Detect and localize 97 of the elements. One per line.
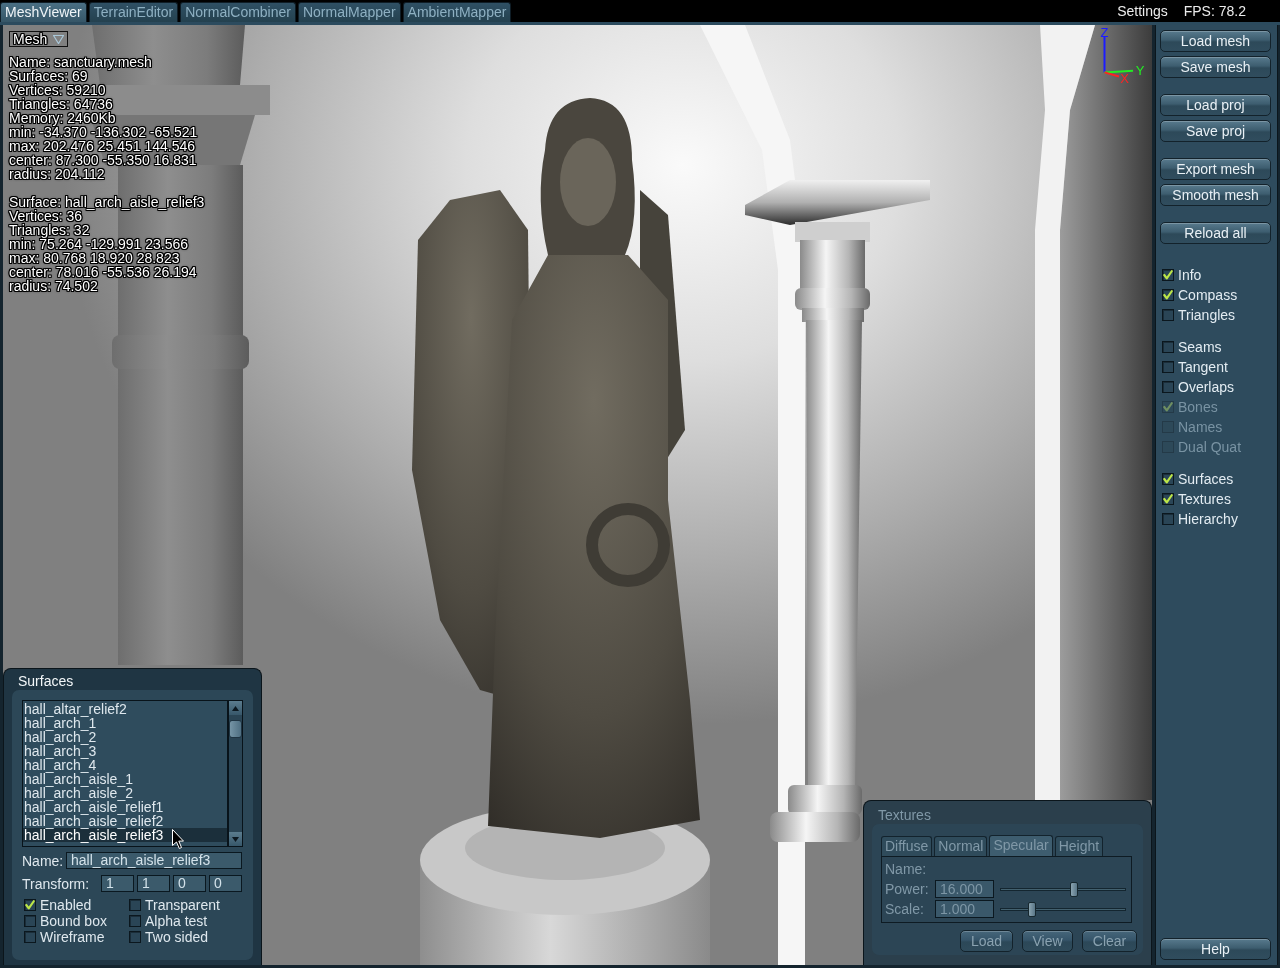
list-item[interactable]: hall_arch_aisle_1 xyxy=(23,772,227,786)
axis-label: Z xyxy=(1100,25,1109,40)
transform-field[interactable]: 1 xyxy=(101,875,134,892)
info-line: radius: 204.112 xyxy=(9,167,105,181)
checkbox-label[interactable]: Triangles xyxy=(1178,307,1236,323)
name-field[interactable]: hall_arch_aisle_relief3 xyxy=(66,852,242,869)
sidebar-button[interactable]: Reload all xyxy=(1160,222,1271,244)
transform-field[interactable]: 1 xyxy=(137,875,170,892)
field-label: Power: xyxy=(885,881,930,897)
checkbox-label[interactable]: Overlaps xyxy=(1178,379,1235,395)
list-item[interactable]: hall_arch_4 xyxy=(23,758,227,772)
help-button[interactable]: Help xyxy=(1160,938,1271,960)
info-line: Surfaces: 69 xyxy=(9,69,88,83)
checkbox[interactable] xyxy=(129,931,141,943)
checkbox[interactable] xyxy=(1162,513,1174,525)
checkbox[interactable] xyxy=(1162,361,1174,373)
checkbox-label[interactable]: Info xyxy=(1178,267,1202,283)
list-item[interactable]: hall_arch_aisle_relief2 xyxy=(23,814,227,828)
checkbox-label[interactable]: Surfaces xyxy=(1178,471,1234,487)
mesh-dropdown[interactable]: Mesh xyxy=(9,31,68,47)
list-item[interactable]: hall_arch_2 xyxy=(23,730,227,744)
axis-label: X xyxy=(1120,71,1129,86)
checkbox[interactable] xyxy=(1162,493,1174,505)
scrollbar-thumb[interactable] xyxy=(229,720,242,738)
checkbox-label[interactable]: Wireframe xyxy=(40,929,105,945)
axis-label: Y xyxy=(1135,63,1145,78)
sidebar-button[interactable]: Load proj xyxy=(1160,94,1271,116)
mouse-pointer-icon xyxy=(172,829,184,849)
checkbox-label[interactable]: Enabled xyxy=(40,897,92,913)
app-tab[interactable]: MeshViewer xyxy=(0,2,87,22)
info-line: max: 80.768 18.920 28.823 xyxy=(9,251,180,265)
app-tab[interactable]: NormalCombiner xyxy=(180,2,296,22)
checkbox[interactable] xyxy=(1162,269,1174,281)
field-label: Scale: xyxy=(885,901,925,917)
checkbox[interactable] xyxy=(24,931,36,943)
surface-list[interactable]: hall_altar_relief2 hall_arch_1 hall_arch_2 hall_arch_3 hall_arch_4 hall_arch_aisle_1 hall_arch_aisle_2 hall_arch_aisle_relief1 hall_arch_aisle_relief2 hall_arch_aisle_relief3 xyxy=(22,700,228,847)
checkbox-label[interactable]: Textures xyxy=(1178,491,1231,507)
sidebar-button[interactable]: Load mesh xyxy=(1160,30,1271,52)
checkbox[interactable] xyxy=(24,915,36,927)
checkbox-label[interactable]: Hierarchy xyxy=(1178,511,1238,527)
triangle-down-icon xyxy=(232,836,239,842)
checkbox[interactable] xyxy=(1162,289,1174,301)
list-item[interactable]: hall_arch_aisle_relief1 xyxy=(23,800,227,814)
info-line: Triangles: 64736 xyxy=(9,97,113,111)
triangle-up-icon xyxy=(232,705,239,711)
checkbox[interactable] xyxy=(129,915,141,927)
transform-field[interactable]: 0 xyxy=(173,875,206,892)
info-line: max: 202.476 25.451 144.546 xyxy=(9,139,196,153)
app-tab[interactable]: NormalMapper xyxy=(297,2,401,22)
info-line: Surface: hall_arch_aisle_relief3 xyxy=(9,195,205,209)
field-label: Name: xyxy=(885,861,927,877)
3d-viewport[interactable] xyxy=(3,25,1152,965)
panel-title: Surfaces xyxy=(17,672,74,690)
dropdown-arrow-icon xyxy=(53,34,64,44)
transform-field[interactable]: 0 xyxy=(209,875,242,892)
checkbox[interactable] xyxy=(1162,309,1174,321)
info-line: radius: 74.502 xyxy=(9,279,98,293)
fps-counter: FPS: 78.2 xyxy=(1183,2,1246,21)
list-item[interactable]: hall_arch_1 xyxy=(23,716,227,730)
panel-title: Textures xyxy=(877,806,931,824)
checkbox[interactable] xyxy=(1162,473,1174,485)
sidebar-button[interactable]: Save proj xyxy=(1160,120,1271,142)
settings-button[interactable]: Settings xyxy=(1117,1,1168,21)
info-line: Triangles: 32 xyxy=(9,223,90,237)
info-line: Vertices: 59210 xyxy=(9,83,106,97)
checkbox-label[interactable]: Seams xyxy=(1178,339,1222,355)
checkbox-label[interactable]: Alpha test xyxy=(145,913,208,929)
scrollbar[interactable] xyxy=(228,700,243,847)
info-line: Vertices: 36 xyxy=(9,209,83,223)
checkbox[interactable] xyxy=(129,899,141,911)
checkbox[interactable] xyxy=(24,899,36,911)
scroll-up-button[interactable] xyxy=(229,701,242,715)
app-tab[interactable]: AmbientMapper xyxy=(402,2,512,22)
sidebar-button[interactable]: Smooth mesh xyxy=(1160,184,1271,206)
list-item[interactable]: hall_arch_3 xyxy=(23,744,227,758)
list-item[interactable]: hall_arch_aisle_2 xyxy=(23,786,227,800)
sidebar-button[interactable]: Export mesh xyxy=(1160,158,1271,180)
sidebar-button[interactable]: Save mesh xyxy=(1160,56,1271,78)
scroll-down-button[interactable] xyxy=(229,832,242,846)
checkbox-label[interactable]: Two sided xyxy=(145,929,209,945)
checkbox-label[interactable]: Tangent xyxy=(1178,359,1228,375)
info-line: Memory: 2460Kb xyxy=(9,111,116,125)
checkbox[interactable] xyxy=(1162,381,1174,393)
slider-track[interactable] xyxy=(1000,901,1126,917)
checkbox[interactable] xyxy=(1162,341,1174,353)
info-line: center: 87.300 -55.350 16.831 xyxy=(9,153,197,167)
field-label: Name: xyxy=(22,852,65,869)
list-item[interactable]: hall_altar_relief2 xyxy=(23,702,227,716)
checkbox-label[interactable]: Bound box xyxy=(40,913,107,929)
app-tab[interactable]: TerrainEditor xyxy=(88,2,179,22)
list-item[interactable]: hall_arch_aisle_relief3 xyxy=(23,828,227,842)
info-line: Name: sanctuary.mesh xyxy=(9,55,152,69)
checkbox-label[interactable]: Compass xyxy=(1178,287,1238,303)
info-line: center: 78.016 -55.536 26.194 xyxy=(9,265,197,279)
checkbox-label[interactable]: Transparent xyxy=(145,897,220,913)
field-label: Transform: xyxy=(22,875,91,892)
slider-track[interactable] xyxy=(1000,881,1126,897)
